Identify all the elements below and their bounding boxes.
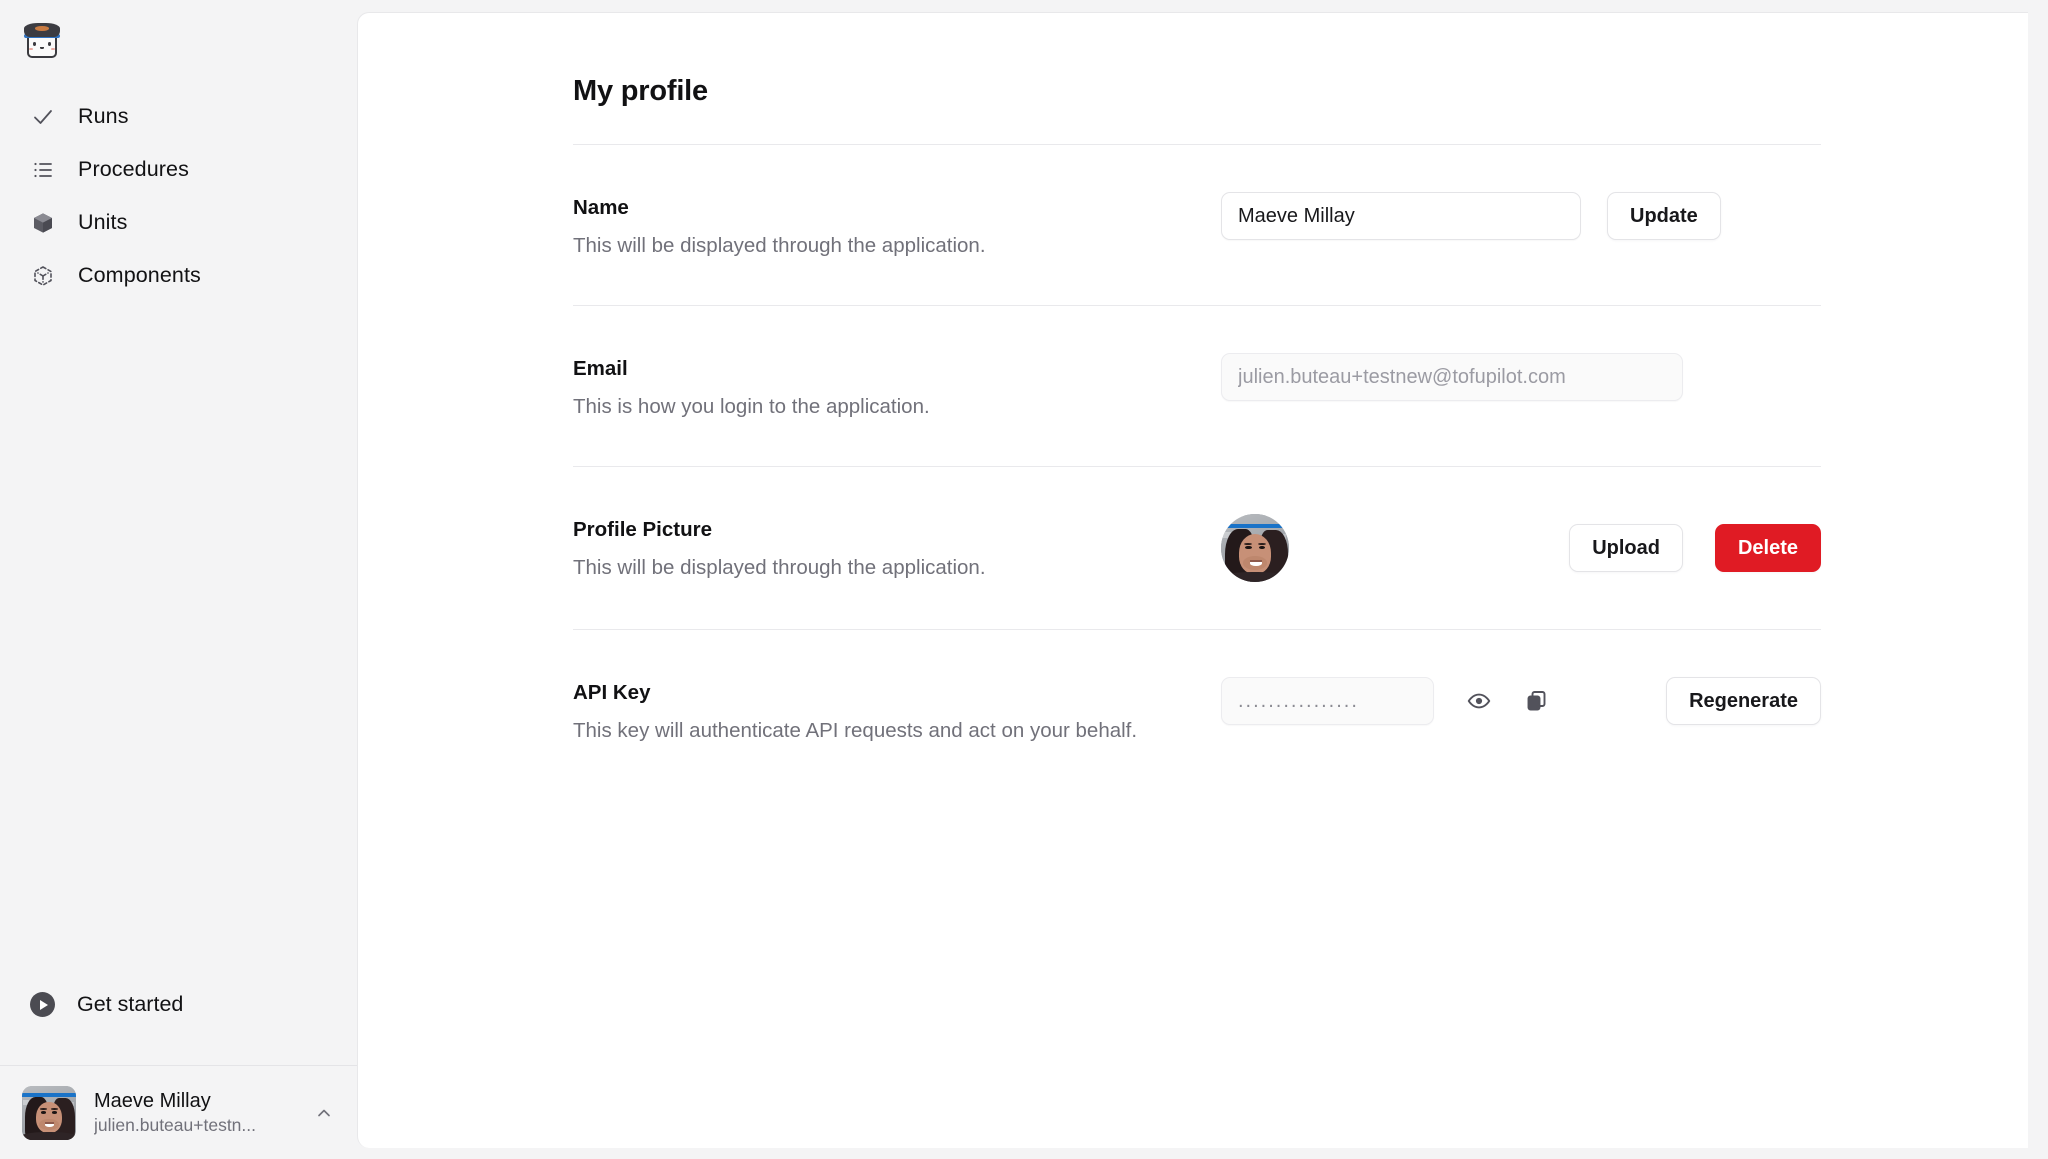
sidebar-nav: Runs Procedures Units Components (0, 90, 357, 302)
components-icon (30, 263, 56, 289)
sidebar-user-menu[interactable]: Maeve Millay julien.buteau+testn... (0, 1065, 357, 1159)
user-info: Maeve Millay julien.buteau+testn... (94, 1090, 295, 1136)
user-name: Maeve Millay (94, 1089, 211, 1112)
sidebar: Runs Procedures Units Components Get sta… (0, 0, 357, 1159)
tofupilot-logo-icon[interactable] (22, 20, 62, 60)
check-icon (30, 104, 56, 130)
row-description: This will be displayed through the appli… (573, 234, 986, 257)
row-controls (1221, 353, 1821, 401)
tofu-mascot (22, 20, 62, 60)
play-circle-icon (30, 992, 55, 1017)
row-controls: Upload Delete (1221, 514, 1821, 582)
row-label-group: Name This will be displayed through the … (573, 192, 1221, 258)
delete-button[interactable]: Delete (1714, 524, 1821, 572)
api-key-input (1221, 677, 1434, 725)
sidebar-item-units[interactable]: Units (0, 196, 357, 249)
logo-container[interactable] (0, 0, 357, 60)
row-description: This key will authenticate API requests … (573, 719, 1138, 742)
row-label-group: Email This is how you login to the appli… (573, 353, 1221, 419)
chevron-up-icon[interactable] (313, 1103, 335, 1123)
sidebar-item-label: Procedures (78, 157, 189, 181)
profile-content: My profile Name This will be displayed t… (358, 13, 1821, 790)
sidebar-item-components[interactable]: Components (0, 249, 357, 302)
sidebar-item-label: Runs (78, 104, 129, 128)
update-button[interactable]: Update (1607, 192, 1721, 240)
row-label-group: API Key This key will authenticate API r… (573, 677, 1221, 743)
row-label-group: Profile Picture This will be displayed t… (573, 514, 1221, 580)
name-input[interactable] (1221, 192, 1581, 240)
sidebar-item-label: Units (78, 210, 128, 234)
settings-row-profile-picture: Profile Picture This will be displayed t… (573, 467, 1821, 630)
list-icon (30, 157, 56, 183)
settings-row-name: Name This will be displayed through the … (573, 145, 1821, 306)
avatar (22, 1085, 76, 1140)
row-title: Name (573, 196, 629, 219)
sidebar-item-procedures[interactable]: Procedures (0, 143, 357, 196)
row-description: This will be displayed through the appli… (573, 556, 986, 579)
app-root: Runs Procedures Units Components Get sta… (0, 0, 2048, 1159)
upload-button[interactable]: Upload (1569, 524, 1683, 572)
sidebar-item-label: Components (78, 263, 201, 287)
sidebar-item-get-started[interactable]: Get started (0, 978, 357, 1031)
row-title: Email (573, 357, 628, 380)
get-started-label: Get started (77, 992, 184, 1016)
row-controls: Update (1221, 192, 1821, 240)
main-panel: My profile Name This will be displayed t… (357, 12, 2028, 1148)
profile-picture-avatar (1221, 514, 1289, 582)
page-title: My profile (573, 75, 708, 107)
copy-icon[interactable] (1520, 684, 1554, 718)
sidebar-item-runs[interactable]: Runs (0, 90, 357, 143)
settings-row-email: Email This is how you login to the appli… (573, 306, 1821, 467)
eye-icon[interactable] (1462, 684, 1496, 718)
row-controls: Regenerate (1221, 677, 1821, 725)
regenerate-button[interactable]: Regenerate (1666, 677, 1821, 725)
cube-icon (30, 210, 56, 236)
email-input (1221, 353, 1683, 401)
user-email: julien.buteau+testn... (94, 1114, 256, 1135)
row-description: This is how you login to the application… (573, 395, 930, 418)
row-title: API Key (573, 681, 651, 704)
settings-row-api-key: API Key This key will authenticate API r… (573, 630, 1821, 790)
row-title: Profile Picture (573, 518, 712, 541)
